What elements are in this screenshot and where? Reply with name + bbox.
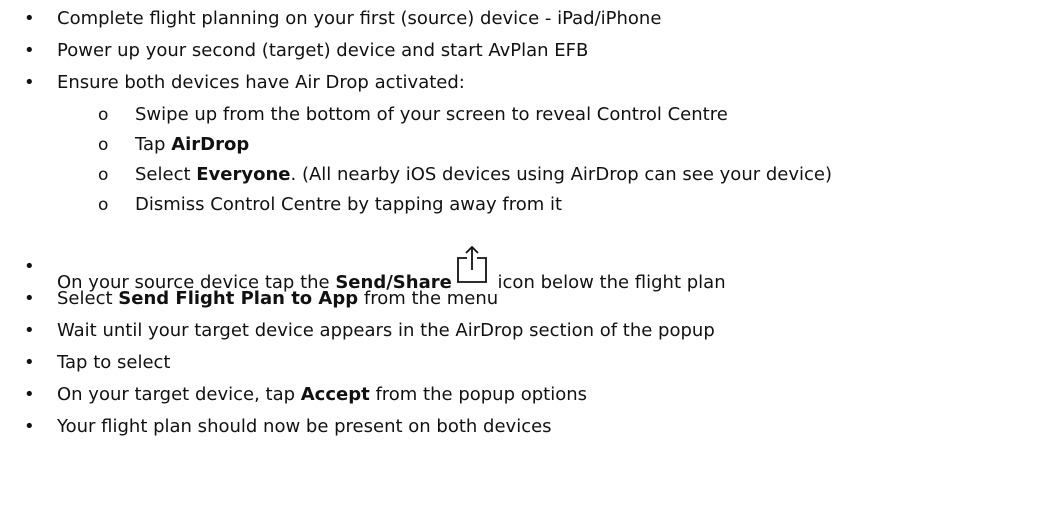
step-text: Ensure both devices have Air Drop activa…	[57, 72, 465, 93]
substep-text: Dismiss Control Centre by tapping away f…	[135, 194, 563, 215]
bullet: •	[24, 40, 35, 61]
substep-text: Tap AirDrop	[135, 130, 249, 160]
text-suffix: from the popup options	[369, 384, 588, 405]
text-suffix: . (All nearby iOS devices using AirDrop …	[290, 164, 833, 185]
sub-bullet: o	[98, 105, 109, 125]
sub-bullet: o	[98, 165, 109, 185]
sub-bullet: o	[98, 195, 109, 215]
substep-text: Select Everyone. (All nearby iOS devices…	[135, 160, 832, 190]
bullet: •	[24, 72, 35, 93]
everyone-term: Everyone	[196, 164, 291, 185]
instructions-document: • Complete flight planning on your first…	[0, 0, 1048, 506]
step-text: Tap to select	[57, 352, 171, 373]
share-icon	[455, 244, 489, 284]
text-suffix: icon below the flight plan	[491, 272, 726, 293]
step-text: Power up your second (target) device and…	[57, 40, 589, 61]
text-suffix: from the menu	[358, 288, 499, 309]
step-text: Your flight plan should now be present o…	[57, 416, 552, 437]
bullet: •	[24, 256, 35, 277]
substep-text: Swipe up from the bottom of your screen …	[135, 104, 728, 125]
bullet: •	[24, 288, 35, 309]
accept-term: Accept	[300, 384, 370, 405]
send-flight-plan-term: Send Flight Plan to App	[118, 288, 359, 309]
text-prefix: Select	[57, 288, 119, 309]
step-text: On your target device, tap Accept from t…	[57, 380, 587, 410]
text-prefix: Select	[135, 164, 197, 185]
airdrop-term: AirDrop	[171, 134, 250, 155]
bullet: •	[24, 352, 35, 373]
text-prefix: Tap	[135, 134, 172, 155]
bullet: •	[24, 416, 35, 437]
bullet: •	[24, 384, 35, 405]
sub-bullet: o	[98, 135, 109, 155]
bullet: •	[24, 8, 35, 29]
text-prefix: On your target device, tap	[57, 384, 301, 405]
step-text: Wait until your target device appears in…	[57, 320, 715, 341]
step-text: Complete flight planning on your first (…	[57, 8, 662, 29]
step-text: Select Send Flight Plan to App from the …	[57, 284, 498, 314]
bullet: •	[24, 320, 35, 341]
